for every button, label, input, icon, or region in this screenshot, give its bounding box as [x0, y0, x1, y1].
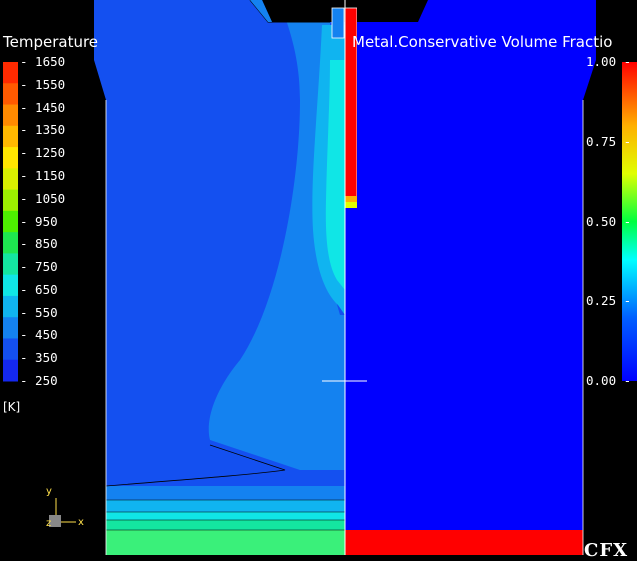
- temperature-tick-label: - 1450: [20, 99, 66, 115]
- temperature-colorbar-segment: [3, 104, 18, 127]
- fraction-tick-label: 1.00 -: [586, 54, 632, 69]
- temperature-tick-label: - 1250: [20, 145, 66, 161]
- temperature-colorbar-segment: [3, 295, 18, 318]
- temperature-tick-label: - 350: [20, 350, 58, 366]
- temperature-colorbar-segment: [3, 168, 18, 191]
- temperature-tick-label: - 1650: [20, 54, 66, 69]
- simulation-viewport[interactable]: [0, 0, 637, 555]
- temperature-legend-title: Temperature: [3, 33, 99, 51]
- fraction-legend-title: Metal.Conservative Volume Fractio: [352, 33, 613, 51]
- axis-label-y: y: [46, 486, 52, 497]
- temperature-tick-label: - 950: [20, 213, 58, 229]
- temperature-tick-label: - 250: [20, 373, 58, 388]
- temperature-colorbar-segment: [3, 210, 18, 233]
- temperature-tick-label: - 850: [20, 236, 58, 252]
- temperature-tick-label: - 1550: [20, 76, 66, 92]
- fraction-tick-label: 0.50 -: [586, 213, 632, 229]
- temperature-tick-label: - 1150: [20, 167, 66, 183]
- axis-label-z: z: [46, 518, 52, 529]
- temperature-unit-label: [K]: [3, 400, 21, 414]
- temperature-contour-field: [94, 0, 345, 555]
- brand-logo: CFX: [584, 540, 629, 561]
- temperature-colorbar-segment: [3, 253, 18, 276]
- temperature-colorbar-segment: [3, 62, 18, 84]
- temperature-colorbar-segment: [3, 189, 18, 212]
- axis-label-x: x: [78, 517, 84, 528]
- temperature-colorbar-segment: [3, 125, 18, 148]
- temperature-tick-label: - 650: [20, 281, 58, 297]
- temperature-tick-label: - 750: [20, 259, 58, 275]
- temperature-colorbar-segment: [3, 338, 18, 361]
- fraction-tick-label: 0.75 -: [586, 133, 632, 149]
- temperature-tick-label: - 1350: [20, 122, 66, 138]
- temperature-colorbar-segment: [3, 317, 18, 339]
- temperature-colorbar: [3, 62, 18, 382]
- fraction-tick-label: 0.00 -: [586, 373, 632, 388]
- temperature-colorbar-segment: [3, 359, 18, 382]
- temperature-colorbar-segment: [3, 274, 18, 297]
- temperature-tick-label: - 450: [20, 327, 58, 343]
- temperature-colorbar-segment: [3, 83, 18, 106]
- temperature-tick-label: - 1050: [20, 190, 66, 206]
- temperature-colorbar-segment: [3, 147, 18, 169]
- temperature-colorbar-segment: [3, 232, 18, 254]
- fraction-tick-label: 0.25 -: [586, 293, 632, 309]
- temperature-tick-label: - 550: [20, 304, 58, 320]
- volume-fraction-field: [345, 0, 596, 555]
